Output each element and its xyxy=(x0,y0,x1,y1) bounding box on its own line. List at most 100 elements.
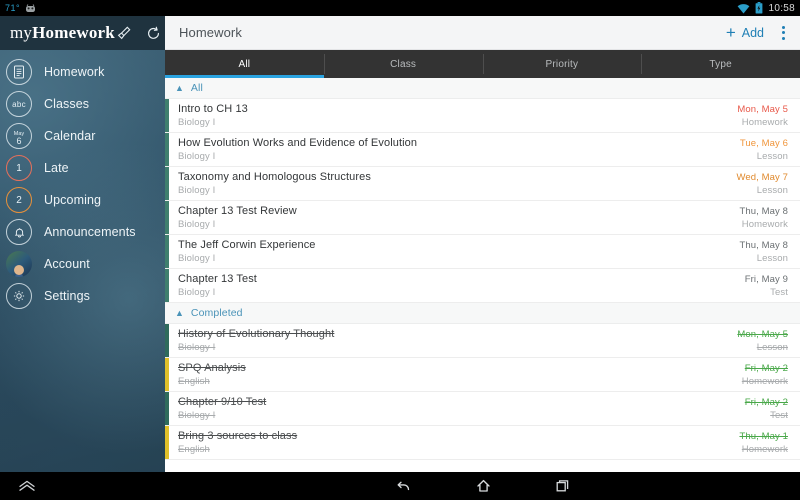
brand-prefix: my xyxy=(10,23,33,42)
assignment-class: Biology I xyxy=(178,342,216,353)
sidebar-item-late[interactable]: 1 Late xyxy=(0,152,165,184)
overflow-dot xyxy=(782,31,785,34)
row-secondary: Thu, May 8 Homework xyxy=(739,205,788,230)
abc-icon: abc xyxy=(6,91,32,117)
document-list-icon xyxy=(6,59,32,85)
clock: 10:58 xyxy=(768,2,795,14)
assignment-date: Thu, May 8 xyxy=(739,239,788,251)
navbar-buttons xyxy=(165,478,800,494)
content-area: myHomework Homework abc Classes May 6 Ca… xyxy=(0,16,800,472)
sidebar-item-label: Announcements xyxy=(44,225,136,239)
app-screen: 71° 10:58 myHomework Homework abc Classe… xyxy=(0,0,800,500)
tab-priority[interactable]: Priority xyxy=(482,50,642,78)
paintbrush-icon[interactable] xyxy=(115,24,133,42)
row-secondary: Fri, May 2 Test xyxy=(745,396,788,421)
assignment-title: The Jeff Corwin Experience xyxy=(178,239,316,251)
sidebar-item-classes[interactable]: abc Classes xyxy=(0,88,165,120)
chevron-up-icon: ▲ xyxy=(175,82,184,93)
assignment-title: Taxonomy and Homologous Structures xyxy=(178,171,371,183)
main-pane: Homework + Add All Class Priority Type ▲… xyxy=(165,16,800,472)
sidebar-item-account[interactable]: Account xyxy=(0,248,165,280)
assignment-class: Biology I xyxy=(178,219,216,230)
back-arrow-icon[interactable] xyxy=(395,478,413,494)
sidebar-item-label: Late xyxy=(44,161,69,175)
sync-refresh-icon[interactable] xyxy=(145,24,163,42)
section-title: All xyxy=(190,82,203,94)
row-secondary: Mon, May 5 Lesson xyxy=(737,328,788,353)
home-icon[interactable] xyxy=(475,478,492,494)
row-secondary: Tue, May 6 Lesson xyxy=(740,137,788,162)
overflow-dot xyxy=(782,25,785,29)
assignment-title: How Evolution Works and Evidence of Evol… xyxy=(178,137,418,149)
tab-type[interactable]: Type xyxy=(641,50,800,78)
assignment-class: Biology I xyxy=(178,117,216,128)
homework-row[interactable]: The Jeff Corwin Experience Biology I Thu, … xyxy=(165,235,800,269)
add-button-label: Add xyxy=(741,25,764,40)
assignment-title: Chapter 13 Test xyxy=(178,273,257,285)
add-button[interactable]: + Add xyxy=(725,22,764,42)
sidebar-item-label: Settings xyxy=(44,289,90,303)
sidebar-item-upcoming[interactable]: 2 Upcoming xyxy=(0,184,165,216)
assignment-class: English xyxy=(178,376,210,387)
assignment-date: Fri, May 2 xyxy=(744,362,788,374)
plus-icon: + xyxy=(725,22,736,42)
homework-row[interactable]: Chapter 13 Test Review Biology I Thu, May … xyxy=(165,201,800,235)
chevron-up-icon: ▲ xyxy=(175,307,184,318)
homework-row[interactable]: Bring 3 sources to class English Thu, May … xyxy=(165,426,800,460)
homework-row[interactable]: History of Evolutionary Thought Biology I… xyxy=(165,324,800,358)
system-navigation-bar xyxy=(0,472,800,500)
sidebar-item-homework[interactable]: Homework xyxy=(0,56,165,88)
homework-row[interactable]: Chapter 13 Test Biology I Fri, May 9 Test xyxy=(165,269,800,303)
row-body: The Jeff Corwin Experience Biology I Thu, … xyxy=(169,235,800,268)
upcoming-count-icon: 2 xyxy=(6,187,32,213)
row-secondary: Fri, May 2 Homework xyxy=(742,362,788,387)
avatar-figure xyxy=(14,265,24,275)
assignment-title: Bring 3 sources to class xyxy=(178,430,298,442)
page-title: Homework xyxy=(179,25,242,40)
sidebar: myHomework Homework abc Classes May 6 Ca… xyxy=(0,16,165,472)
row-primary: Chapter 9/10 Test Biology I xyxy=(178,396,266,421)
tab-class[interactable]: Class xyxy=(323,50,483,78)
homework-row[interactable]: SPQ Analysis English Fri, May 2 Homework xyxy=(165,358,800,392)
sidebar-item-label: Account xyxy=(44,257,90,271)
homework-row[interactable]: Chapter 9/10 Test Biology I Fri, May 2 Test xyxy=(165,392,800,426)
assignment-date: Wed, May 7 xyxy=(736,171,788,183)
late-count: 1 xyxy=(16,162,22,174)
tab-all[interactable]: All xyxy=(165,50,324,78)
row-body: Taxonomy and Homologous Structures Biolog… xyxy=(169,167,800,200)
row-primary: Intro to CH 13 Biology I xyxy=(178,103,248,128)
assignment-type: Test xyxy=(770,286,788,298)
sidebar-header: myHomework xyxy=(0,16,165,50)
app-logo: myHomework xyxy=(10,23,115,43)
assignment-type: Lesson xyxy=(756,341,788,353)
row-body: SPQ Analysis English Fri, May 2 Homework xyxy=(169,358,800,391)
sidebar-header-actions xyxy=(115,24,163,42)
homework-row[interactable]: Intro to CH 13 Biology I Mon, May 5 Homewor… xyxy=(165,99,800,133)
section-header-completed[interactable]: ▲ Completed xyxy=(165,303,800,324)
homework-row[interactable]: How Evolution Works and Evidence of Evol… xyxy=(165,133,800,167)
battery-icon xyxy=(755,2,763,14)
filter-tabs: All Class Priority Type xyxy=(165,50,800,78)
late-count-icon: 1 xyxy=(6,155,32,181)
homework-row[interactable]: Taxonomy and Homologous Structures Biolog… xyxy=(165,167,800,201)
assignment-class: Biology I xyxy=(178,151,216,162)
assignment-class: Biology I xyxy=(178,185,216,196)
recent-apps-icon[interactable] xyxy=(554,478,571,494)
wifi-icon xyxy=(737,3,750,14)
row-primary: Bring 3 sources to class English xyxy=(178,430,297,455)
sidebar-item-settings[interactable]: Settings xyxy=(0,280,165,312)
assignment-date: Fri, May 9 xyxy=(744,273,788,285)
chevron-up-double-icon[interactable] xyxy=(16,478,38,494)
section-header-all[interactable]: ▲ All xyxy=(165,78,800,99)
row-secondary: Thu, May 8 Lesson xyxy=(739,239,788,264)
assignment-type: Homework xyxy=(741,443,788,455)
sidebar-item-calendar[interactable]: May 6 Calendar xyxy=(0,120,165,152)
overflow-dot xyxy=(782,36,785,40)
row-body: How Evolution Works and Evidence of Evol… xyxy=(169,133,800,166)
status-bar-right: 10:58 xyxy=(737,2,795,14)
row-primary: How Evolution Works and Evidence of Evol… xyxy=(178,137,417,162)
assignment-date: Mon, May 5 xyxy=(737,328,788,340)
overflow-menu-icon[interactable] xyxy=(776,22,791,44)
row-secondary: Thu, May 1 Homework xyxy=(739,430,788,455)
sidebar-item-announcements[interactable]: Announcements xyxy=(0,216,165,248)
